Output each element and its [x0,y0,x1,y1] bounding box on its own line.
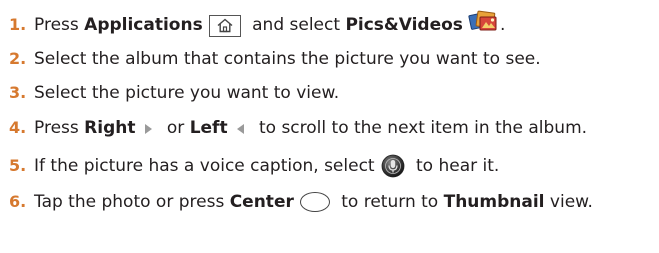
step-text-part: . [499,15,506,35]
step-number: 1. [9,15,27,34]
step-text-part: to hear it. [410,156,500,176]
step-text-part: or [161,118,190,138]
pics-videos-app-icon [468,8,500,34]
step-text: Press Applications and select Pics&Video… [34,10,506,38]
step-text: If the picture has a voice caption, sele… [34,154,499,178]
step-text-part: view. [544,192,593,212]
step-text-part: Press [34,118,85,138]
step-text-part: and select [246,15,346,35]
pics-videos-app-label: Pics&Videos [345,15,463,35]
step-text: Select the picture you want to view. [34,83,339,103]
applications-key-label: Applications [84,15,203,35]
step-text: Tap the photo or press Center to return … [34,192,593,212]
center-key-label: Center [229,192,294,212]
step-number: 4. [9,118,27,137]
instruction-steps: 1. Press Applications and select Pics&Vi… [0,0,659,253]
step-number: 5. [9,156,27,175]
step-number: 2. [9,49,27,68]
step-number: 6. [9,192,27,211]
step-text-part: to return to [335,192,444,212]
step-text-part: Select the album that contains the pictu… [34,49,541,69]
step-text-part: to scroll to the next item in the album. [253,118,588,138]
step-text-part: Press [34,15,85,35]
center-key-icon [299,192,330,212]
home-key-icon [208,15,241,37]
voice-caption-icon [381,154,405,178]
thumbnail-view-label: Thumbnail [443,192,545,212]
step-text: Press Right or Left to scroll to the nex… [34,118,587,138]
right-arrow-icon [141,121,155,135]
step-number: 3. [9,83,27,102]
left-key-label: Left [189,118,228,138]
step-text: Select the album that contains the pictu… [34,49,541,69]
right-key-label: Right [84,118,136,138]
step-text-part: If the picture has a voice caption, sele… [34,156,375,176]
step-text-part: Select the picture you want to view. [34,83,340,103]
left-arrow-icon [234,121,248,135]
step-text-part: Tap the photo or press [34,192,230,212]
